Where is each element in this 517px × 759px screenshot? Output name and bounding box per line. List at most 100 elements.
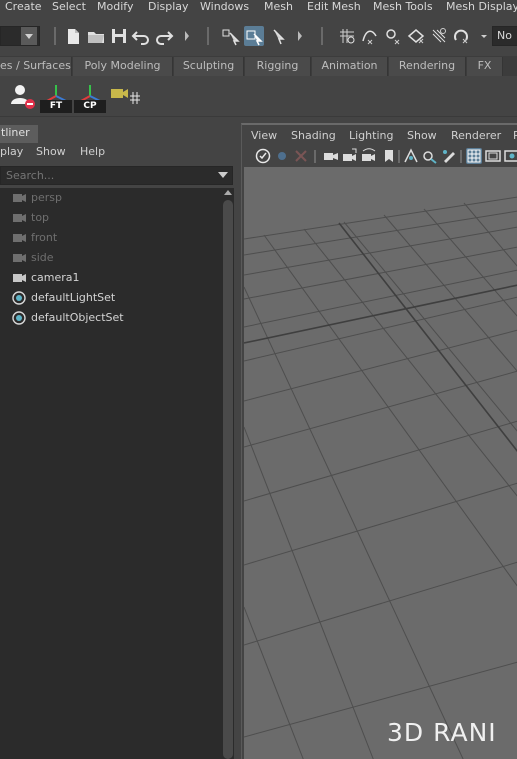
- list-item[interactable]: persp: [0, 188, 222, 208]
- menu-edit-mesh[interactable]: Edit Mesh: [307, 0, 361, 16]
- toolbar-divider: [54, 27, 56, 45]
- scrollbar-thumb[interactable]: [223, 200, 233, 759]
- camera-icon: [13, 254, 26, 262]
- 2d-pan-zoom-icon[interactable]: [422, 148, 438, 164]
- open-scene-icon[interactable]: [86, 26, 106, 46]
- make-live-icon[interactable]: [429, 26, 449, 46]
- menu-select[interactable]: Select: [52, 0, 86, 16]
- tab-sculpting[interactable]: Sculpting: [174, 57, 244, 76]
- viewport-menu-view[interactable]: View: [251, 129, 277, 142]
- collapse-arrow-icon[interactable]: [297, 27, 303, 45]
- menu-mesh[interactable]: Mesh: [264, 0, 293, 16]
- viewport-menu-panels[interactable]: P: [513, 129, 517, 142]
- freeze-transform-label: FT: [49, 101, 63, 111]
- list-item[interactable]: side: [0, 248, 222, 268]
- menu-create[interactable]: Create: [5, 0, 42, 16]
- film-gate-icon[interactable]: [485, 148, 501, 164]
- grease-pencil-icon[interactable]: [441, 148, 457, 164]
- viewport-menu-renderer[interactable]: Renderer: [451, 129, 501, 142]
- viewport-menu-shading[interactable]: Shading: [291, 129, 336, 142]
- outliner-menu-bar: play Show Help: [0, 143, 240, 163]
- outliner-menu-show[interactable]: Show: [36, 145, 66, 158]
- camera-aim-icon[interactable]: [108, 82, 142, 114]
- item-label: side: [31, 251, 54, 264]
- chevron-down-icon[interactable]: [474, 26, 494, 46]
- menu-modify[interactable]: Modify: [97, 0, 133, 16]
- tab-poly-modeling[interactable]: Poly Modeling: [73, 57, 173, 76]
- camera-move-icon[interactable]: [342, 148, 358, 164]
- item-label: defaultObjectSet: [31, 311, 124, 324]
- image-plane-icon[interactable]: [403, 148, 419, 164]
- camera-tumble-icon[interactable]: [361, 148, 377, 164]
- snap-to-grid-icon[interactable]: [337, 26, 357, 46]
- center-pivot-icon[interactable]: CP: [73, 82, 107, 114]
- shelf-tab-bar: es / Surfaces Poly Modeling Sculpting Ri…: [0, 56, 517, 76]
- list-item[interactable]: camera1: [0, 268, 222, 288]
- set-icon: [12, 311, 26, 325]
- toolbar-divider: [314, 150, 316, 163]
- camera-icon: [13, 234, 26, 242]
- viewport-menu-lighting[interactable]: Lighting: [349, 129, 393, 142]
- list-item[interactable]: front: [0, 228, 222, 248]
- freeze-transform-icon[interactable]: FT: [39, 82, 73, 114]
- viewport-3d-scene[interactable]: 3D RANI: [244, 167, 517, 759]
- selection-mask-field[interactable]: No: [492, 26, 517, 46]
- shelf: FT CP: [0, 76, 517, 117]
- status-line-toolbar: No: [0, 16, 517, 55]
- outliner-scrollbar[interactable]: [222, 188, 234, 759]
- toolbar-divider: [398, 150, 400, 163]
- snap-to-curve-icon[interactable]: [360, 26, 380, 46]
- user-icon[interactable]: [7, 82, 41, 114]
- toolbar-divider: [207, 27, 209, 45]
- grid-icon[interactable]: [466, 148, 482, 164]
- viewport-panel: View Shading Lighting Show Renderer P 3D…: [241, 123, 517, 759]
- chevron-down-icon[interactable]: [218, 172, 228, 178]
- resolution-gate-icon[interactable]: [504, 148, 517, 164]
- menu-mesh-display[interactable]: Mesh Display: [446, 0, 517, 16]
- list-item[interactable]: defaultObjectSet: [0, 308, 222, 328]
- tab-rendering[interactable]: Rendering: [389, 57, 466, 76]
- item-label: defaultLightSet: [31, 291, 116, 304]
- save-scene-icon[interactable]: [109, 26, 129, 46]
- menu-windows[interactable]: Windows: [200, 0, 249, 16]
- outliner-tab[interactable]: tliner: [0, 125, 38, 143]
- snap-to-view-plane-icon[interactable]: [406, 26, 426, 46]
- camera-icon: [13, 274, 26, 282]
- set-icon: [12, 291, 26, 305]
- camera-attributes-icon[interactable]: [274, 148, 290, 164]
- viewport-toolbar: [242, 147, 517, 167]
- select-by-component-icon[interactable]: [268, 26, 288, 46]
- tab-fx[interactable]: FX: [467, 57, 503, 76]
- menu-mesh-tools[interactable]: Mesh Tools: [373, 0, 433, 16]
- bookmark-icon[interactable]: [381, 148, 397, 164]
- list-item[interactable]: defaultLightSet: [0, 288, 222, 308]
- outliner-menu-display[interactable]: play: [0, 145, 23, 158]
- tab-rigging[interactable]: Rigging: [245, 57, 311, 76]
- new-scene-icon[interactable]: [63, 26, 83, 46]
- collapse-arrow-icon[interactable]: [184, 27, 190, 45]
- perspective-grid: [244, 196, 517, 759]
- list-item[interactable]: top: [0, 208, 222, 228]
- undo-icon[interactable]: [131, 26, 151, 46]
- item-label: persp: [31, 191, 62, 204]
- menu-set-dropdown[interactable]: [0, 26, 40, 46]
- toolbar-divider: [321, 27, 323, 45]
- tab-curves-surfaces[interactable]: es / Surfaces: [0, 57, 72, 76]
- scroll-up-icon[interactable]: [224, 190, 232, 195]
- main-menu-bar: Create Select Modify Display Windows Mes…: [0, 0, 517, 16]
- chevron-down-icon[interactable]: [21, 27, 37, 45]
- watermark-text: 3D RANI: [387, 718, 497, 747]
- select-by-hierarchy-icon[interactable]: [221, 26, 241, 46]
- viewport-menu-show[interactable]: Show: [407, 129, 437, 142]
- outliner-menu-help[interactable]: Help: [80, 145, 105, 158]
- snap-to-point-icon[interactable]: [383, 26, 403, 46]
- camera-icon[interactable]: [323, 148, 339, 164]
- redo-icon[interactable]: [154, 26, 174, 46]
- select-camera-icon[interactable]: [255, 148, 271, 164]
- menu-display[interactable]: Display: [148, 0, 189, 16]
- magnet-icon[interactable]: [451, 26, 471, 46]
- tab-animation[interactable]: Animation: [312, 57, 388, 76]
- bookmark-camera-icon[interactable]: [293, 148, 309, 164]
- outliner-search-input[interactable]: [0, 166, 233, 185]
- select-by-object-icon[interactable]: [244, 26, 264, 46]
